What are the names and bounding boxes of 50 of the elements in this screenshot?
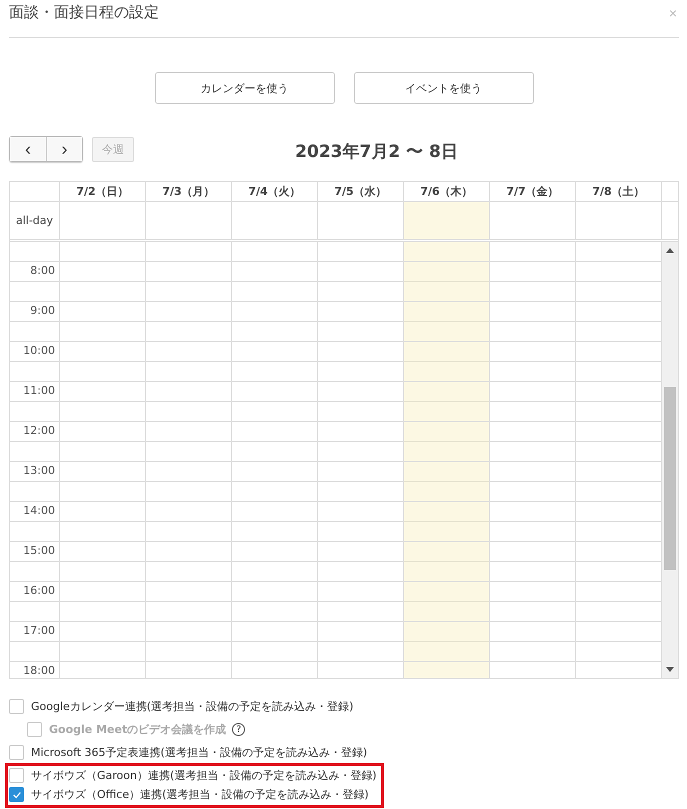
time-label: 14:00 xyxy=(23,504,55,517)
day-header: 7/4（火） xyxy=(232,182,318,201)
scroll-down-icon[interactable] xyxy=(666,667,674,672)
dialog-title: 面談・面接日程の設定 xyxy=(9,3,159,22)
checkbox[interactable] xyxy=(9,699,24,714)
mode-button[interactable]: イベントを使う xyxy=(354,72,534,104)
option-label: Microsoft 365予定表連携(選考担当・設備の予定を読み込み・登録) xyxy=(31,745,368,760)
time-label: 16:00 xyxy=(23,584,55,597)
all-day-label: all-day xyxy=(10,202,60,239)
checkbox[interactable] xyxy=(9,787,24,802)
time-label: 15:00 xyxy=(23,544,55,557)
mode-button[interactable]: カレンダーを使う xyxy=(154,72,334,104)
time-slot[interactable] xyxy=(404,342,490,381)
next-button[interactable]: › xyxy=(46,137,82,161)
check-icon xyxy=(12,790,22,800)
time-slot[interactable] xyxy=(404,242,490,261)
time-label: 10:00 xyxy=(23,344,55,357)
day-header: 7/5（水） xyxy=(318,182,404,201)
time-label: 17:00 xyxy=(23,624,55,637)
day-header: 7/3（月） xyxy=(146,182,232,201)
day-header: 7/2（日） xyxy=(60,182,146,201)
time-label: 9:00 xyxy=(30,304,55,317)
time-slot[interactable] xyxy=(404,622,490,661)
time-slot[interactable] xyxy=(404,502,490,541)
day-header: 7/8（土） xyxy=(576,182,662,201)
time-slot[interactable] xyxy=(404,382,490,421)
time-slot[interactable] xyxy=(404,462,490,501)
time-slot[interactable] xyxy=(404,262,490,301)
time-label: 12:00 xyxy=(23,424,55,437)
scrollbar[interactable] xyxy=(662,242,678,678)
date-range-heading: 2023年7月2 〜 8日 xyxy=(294,140,459,162)
time-label: 18:00 xyxy=(23,664,55,677)
option-label: サイボウズ（Office）連携(選考担当・設備の予定を読み込み・登録) xyxy=(31,787,369,802)
option-label: サイボウズ（Garoon）連携(選考担当・設備の予定を読み込み・登録) xyxy=(31,768,377,783)
scroll-thumb[interactable] xyxy=(664,387,676,570)
time-label: 13:00 xyxy=(23,464,55,477)
day-header: 7/7（金） xyxy=(490,182,576,201)
option-label: Google Meetのビデオ会議を作成 xyxy=(49,722,226,737)
scroll-up-icon[interactable] xyxy=(666,248,674,253)
time-label: 8:00 xyxy=(30,264,55,277)
time-slot[interactable] xyxy=(404,422,490,461)
day-header: 7/6（木） xyxy=(404,182,490,201)
time-slot[interactable] xyxy=(404,542,490,581)
checkbox[interactable] xyxy=(9,768,24,783)
time-label: 11:00 xyxy=(23,384,55,397)
option-label: Googleカレンダー連携(選考担当・設備の予定を読み込み・登録) xyxy=(31,699,354,714)
previous-button[interactable]: ‹ xyxy=(10,137,46,161)
time-slot[interactable] xyxy=(404,582,490,621)
time-slot[interactable] xyxy=(404,302,490,341)
checkbox[interactable] xyxy=(9,745,24,760)
